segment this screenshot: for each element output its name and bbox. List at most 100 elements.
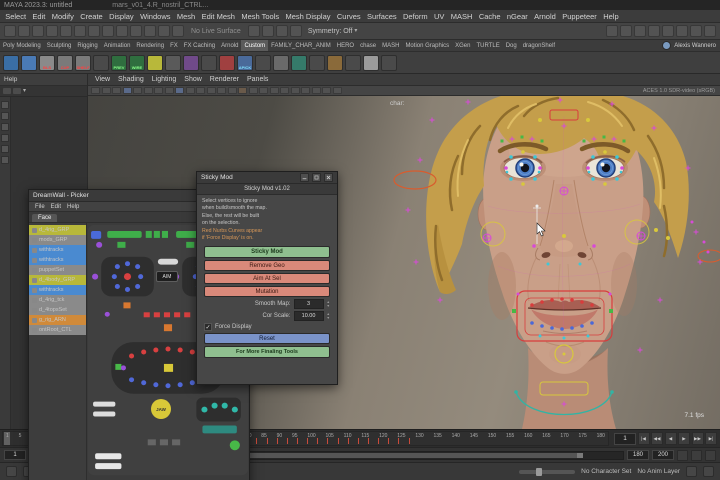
node-list-item[interactable]: withtracks: [29, 245, 86, 255]
tool-icon[interactable]: [1, 123, 9, 131]
anim-layer-selector[interactable]: No Anim Layer: [637, 468, 680, 475]
spinner-arrows[interactable]: ▲ ▼: [327, 312, 330, 320]
menu-item[interactable]: Curves: [334, 12, 364, 21]
more-finaling-tools-button[interactable]: For More Finaling Tools: [204, 346, 330, 359]
menu-item[interactable]: Edit Mesh: [198, 12, 238, 21]
shelf-tool-icon[interactable]: [309, 54, 325, 71]
shelf-tool-icon[interactable]: SHELF: [75, 54, 91, 71]
menu-item[interactable]: Deform: [400, 12, 431, 21]
shelf-tab[interactable]: Rigging: [74, 40, 100, 51]
viewport-toolbar-icon[interactable]: [227, 87, 237, 94]
anim-preferences-button[interactable]: [691, 449, 702, 461]
viewport-toolbar-icon[interactable]: [248, 87, 258, 94]
viewport-menu-item[interactable]: View: [91, 76, 114, 83]
playback-end-field[interactable]: 180: [627, 450, 649, 460]
toolbar-icon[interactable]: [261, 25, 274, 37]
viewport-toolbar-icon[interactable]: [175, 87, 184, 94]
render-icon[interactable]: [690, 25, 702, 37]
minimize-button[interactable]: [300, 173, 309, 182]
key-icon[interactable]: [6, 466, 17, 477]
shelf-tab[interactable]: FX Caching: [181, 40, 218, 51]
tool-icon[interactable]: [1, 156, 9, 164]
shelf-tab[interactable]: dragonShelf: [520, 40, 558, 51]
render-icon[interactable]: [648, 25, 660, 37]
render-icon[interactable]: [620, 25, 632, 37]
shelf-tab[interactable]: Rendering: [133, 40, 167, 51]
shelf-tool-icon[interactable]: [147, 54, 163, 71]
node-list-item[interactable]: withtracks: [29, 255, 86, 265]
maximize-button[interactable]: [312, 173, 321, 182]
node-list-item[interactable]: d_4topsSet: [29, 305, 86, 315]
shelf-tool-icon[interactable]: WIRE: [129, 54, 145, 71]
shelf-tool-icon[interactable]: APICK: [237, 54, 253, 71]
aim-at-sel-button[interactable]: Aim At Sel: [204, 273, 330, 285]
transport-button[interactable]: ◀◀: [651, 432, 663, 445]
menu-item[interactable]: Windows: [137, 12, 174, 21]
toolbar-icon[interactable]: [289, 25, 302, 37]
menu-item[interactable]: Mesh: [174, 12, 199, 21]
aim-button[interactable]: AIM: [156, 271, 178, 282]
toolbar-icon[interactable]: [74, 25, 86, 37]
dock-tab[interactable]: [13, 88, 21, 94]
jaw-control-button[interactable]: JAW: [151, 399, 171, 419]
viewport-toolbar-icon[interactable]: [143, 87, 153, 94]
shelf-tab[interactable]: TURTLE: [473, 40, 502, 51]
reset-button[interactable]: Reset: [204, 333, 330, 345]
menu-item[interactable]: Cache: [476, 12, 504, 21]
menu-item[interactable]: Create: [77, 12, 106, 21]
transport-button[interactable]: ◀: [664, 432, 677, 445]
shelf-tool-icon[interactable]: [363, 54, 379, 71]
viewport-menu-item[interactable]: Show: [180, 76, 206, 83]
shelf-tool-icon[interactable]: CUP: [57, 54, 73, 71]
toolbar-icon[interactable]: [158, 25, 170, 37]
node-list-item[interactable]: g_rig_ARN: [29, 315, 86, 325]
picker-tab-face[interactable]: Face: [32, 214, 58, 222]
render-icon[interactable]: [704, 25, 716, 37]
toolbar-icon[interactable]: [275, 25, 288, 37]
shelf-tab[interactable]: Arnold: [218, 40, 241, 51]
viewport-toolbar-icon[interactable]: [196, 87, 205, 94]
viewport-toolbar-icon[interactable]: [154, 87, 163, 94]
shelf-tool-icon[interactable]: [219, 54, 235, 71]
spinner-down-icon[interactable]: ▼: [327, 304, 330, 308]
viewport-toolbar-icon[interactable]: [185, 87, 195, 94]
viewport-toolbar-icon[interactable]: [164, 87, 174, 94]
shelf-tool-icon[interactable]: [273, 54, 289, 71]
playback-options-button[interactable]: [705, 449, 716, 461]
menu-item[interactable]: Edit: [29, 12, 48, 21]
shelf-tab[interactable]: Motion Graphics: [402, 40, 452, 51]
picker-menu-item[interactable]: Help: [64, 204, 82, 210]
spinner-arrows[interactable]: ▲ ▼: [327, 300, 330, 308]
menu-item[interactable]: Arnold: [531, 12, 559, 21]
viewport-toolbar-icon[interactable]: [259, 87, 268, 94]
grease-pencil-icon[interactable]: [686, 466, 697, 477]
tool-icon[interactable]: [1, 134, 9, 142]
close-button[interactable]: [324, 173, 333, 182]
node-list-item[interactable]: ontRoot_CTL: [29, 325, 86, 335]
picker-menu-item[interactable]: Edit: [48, 204, 64, 210]
toolbar-icon[interactable]: [247, 25, 260, 37]
menu-item[interactable]: MASH: [448, 12, 476, 21]
shelf-tab[interactable]: Custom: [241, 40, 269, 51]
shelf-tab[interactable]: XGen: [452, 40, 473, 51]
menu-item[interactable]: Modify: [49, 12, 77, 21]
viewport-toolbar-icon[interactable]: [322, 87, 331, 94]
shelf-tool-icon[interactable]: [381, 54, 397, 71]
transport-button[interactable]: |◀: [637, 432, 650, 445]
viewport-toolbar-icon[interactable]: [301, 87, 310, 94]
menu-item[interactable]: UV: [431, 12, 448, 21]
viewport-toolbar-icon[interactable]: [217, 87, 226, 94]
viewport-toolbar-icon[interactable]: [101, 87, 111, 94]
menu-item[interactable]: Puppeteer: [559, 12, 600, 21]
node-list-item[interactable]: withtracks: [29, 285, 86, 295]
menu-item[interactable]: Help: [600, 12, 622, 21]
viewport-toolbar-icon[interactable]: [332, 87, 342, 94]
node-list-item[interactable]: d_4rig_GRP: [29, 225, 86, 235]
auto-key-button[interactable]: [677, 449, 688, 461]
node-list-item[interactable]: d_4rig_tck: [29, 295, 86, 305]
shelf-tab[interactable]: Sculpting: [44, 40, 75, 51]
viewport-toolbar-icon[interactable]: [238, 87, 247, 94]
dock-menu-item[interactable]: Help: [4, 76, 17, 83]
sticky-mod-button[interactable]: Sticky Mod: [204, 246, 330, 259]
spinner-down-icon[interactable]: ▼: [327, 316, 330, 320]
